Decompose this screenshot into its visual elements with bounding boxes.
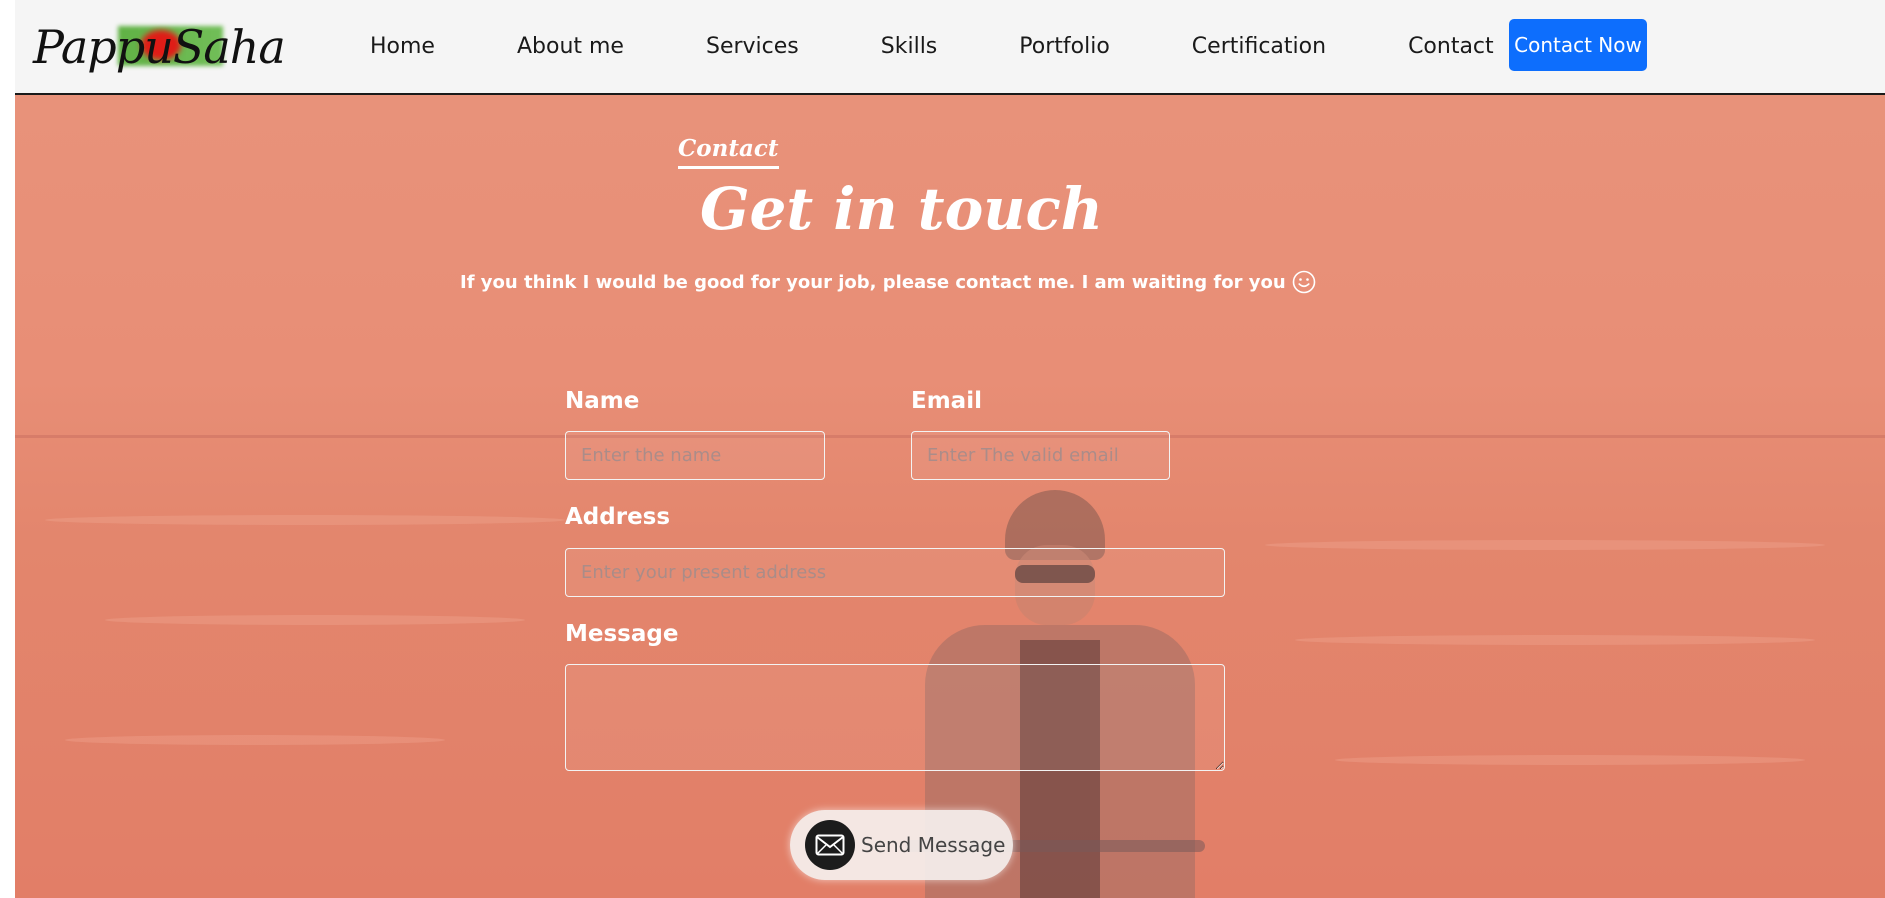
nav-item-about[interactable]: About me xyxy=(517,34,624,59)
nav-item-contact[interactable]: Contact xyxy=(1408,34,1494,59)
sea-wave xyxy=(65,735,445,745)
name-label: Name xyxy=(565,388,640,414)
sea-wave xyxy=(1335,755,1805,765)
sea-wave xyxy=(1265,540,1825,550)
sea-wave xyxy=(45,515,565,525)
nav-item-certification[interactable]: Certification xyxy=(1192,34,1326,59)
nav-item-skills[interactable]: Skills xyxy=(881,34,938,59)
message-textarea[interactable] xyxy=(565,664,1225,771)
sea-wave xyxy=(1295,635,1815,645)
logo-text: PappuSaha xyxy=(33,20,286,74)
envelope-icon xyxy=(805,820,855,870)
section-subtitle: If you think I would be good for your jo… xyxy=(460,270,1316,294)
email-label: Email xyxy=(911,388,982,414)
page: PappuSaha Home About me Services Skills … xyxy=(15,0,1885,898)
logo[interactable]: PappuSaha xyxy=(33,12,303,82)
contact-now-button[interactable]: Contact Now xyxy=(1509,19,1647,71)
address-label: Address xyxy=(565,504,671,530)
section-eyebrow: Contact xyxy=(678,135,779,169)
name-input[interactable] xyxy=(565,431,825,480)
email-input[interactable] xyxy=(911,431,1170,480)
message-label: Message xyxy=(565,621,679,647)
section-headline: Get in touch xyxy=(700,175,1103,243)
sea-wave xyxy=(105,615,525,625)
navbar: PappuSaha Home About me Services Skills … xyxy=(15,0,1885,95)
nav-item-portfolio[interactable]: Portfolio xyxy=(1019,34,1110,59)
smile-icon xyxy=(1292,270,1315,294)
address-input[interactable] xyxy=(565,548,1225,597)
contact-section: Contact Get in touch If you think I woul… xyxy=(15,95,1885,898)
nav-item-services[interactable]: Services xyxy=(706,34,799,59)
subtitle-text: If you think I would be good for your jo… xyxy=(460,271,1286,293)
nav-links: Home About me Services Skills Portfolio … xyxy=(370,0,1576,92)
send-message-button[interactable]: Send Message xyxy=(790,810,1013,880)
nav-item-home[interactable]: Home xyxy=(370,34,435,59)
send-message-label: Send Message xyxy=(861,833,1006,857)
